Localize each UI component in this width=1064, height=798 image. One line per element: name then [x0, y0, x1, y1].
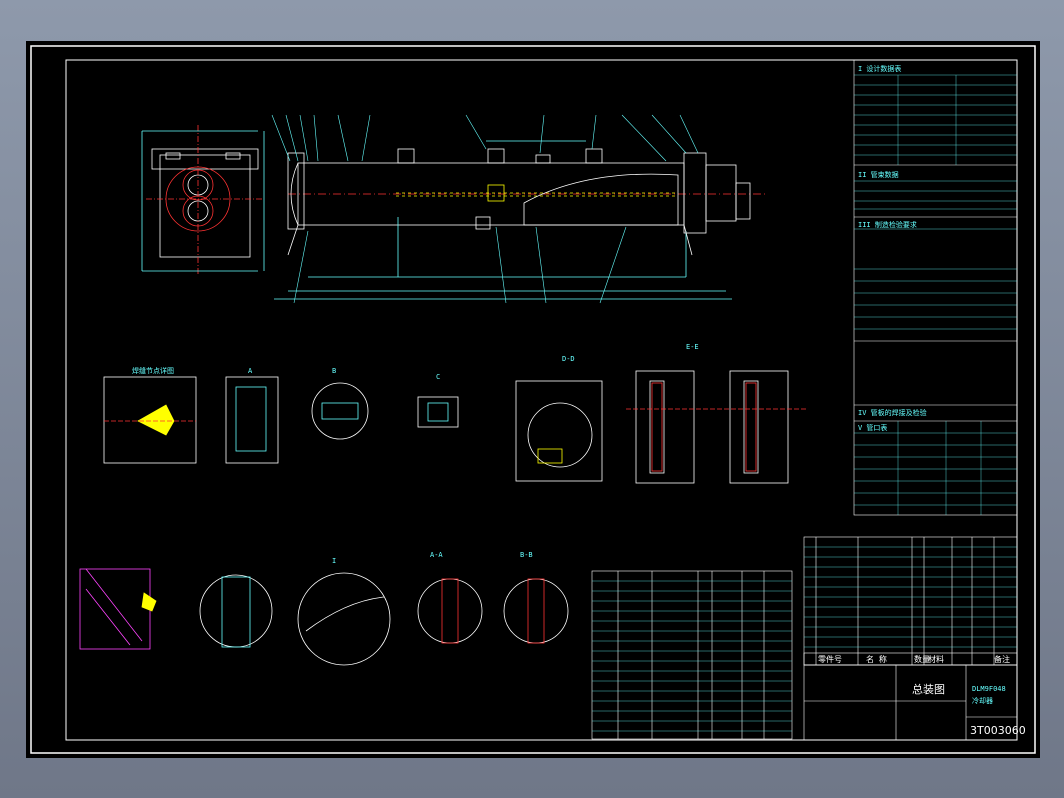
parts-list-rows: [592, 546, 1017, 732]
detail-label-a: A: [248, 367, 253, 375]
leader-lines: [271, 114, 699, 304]
cad-drawing: I 设计数据表 II 管束数据 III 制造检验要求 IV 管板的焊接及检验 V…: [30, 45, 1036, 754]
product-name-line2: 冷却器: [972, 696, 993, 705]
detail-label-i: I: [332, 557, 336, 565]
detail-label-aa: A-A: [430, 551, 443, 559]
tech-section-5: V 管口表: [858, 423, 887, 432]
detail-label-bb: B-B: [520, 551, 533, 559]
detail-label-b: B: [332, 367, 336, 375]
tech-section-1: I 设计数据表: [858, 64, 901, 73]
detail-label-dd: D-D: [562, 355, 575, 363]
detail-row-3: [79, 568, 569, 666]
parts-header-name: 名 称: [866, 654, 887, 664]
parts-header-code: 零件号: [818, 654, 842, 664]
tech-section-4: IV 管板的焊接及检验: [858, 408, 927, 417]
inner-border: [65, 59, 1018, 741]
drawing-sheet: I 设计数据表 II 管束数据 III 制造检验要求 IV 管板的焊接及检验 V…: [26, 41, 1040, 758]
parts-header-material: 材料: [928, 654, 944, 664]
drawing-title: 总装图: [912, 682, 945, 696]
detail-label-c: C: [436, 373, 440, 381]
end-view: [141, 125, 265, 275]
drawing-number: 3T003060: [970, 724, 1026, 737]
tech-section-3: III 制造检验要求: [858, 220, 917, 229]
detail-label-ee: E-E: [686, 343, 699, 351]
tech-table-rows: [854, 74, 1017, 515]
parts-header-note: 备注: [994, 654, 1010, 664]
parts-list: [591, 536, 1018, 740]
tech-table: [853, 59, 1018, 516]
detail-row-2: [103, 370, 806, 484]
main-elevation: [274, 140, 766, 300]
tech-section-2: II 管束数据: [858, 170, 899, 179]
detail-label-weld: 焊缝节点详图: [132, 366, 174, 375]
product-name-line1: DLM9F048: [972, 685, 1006, 693]
